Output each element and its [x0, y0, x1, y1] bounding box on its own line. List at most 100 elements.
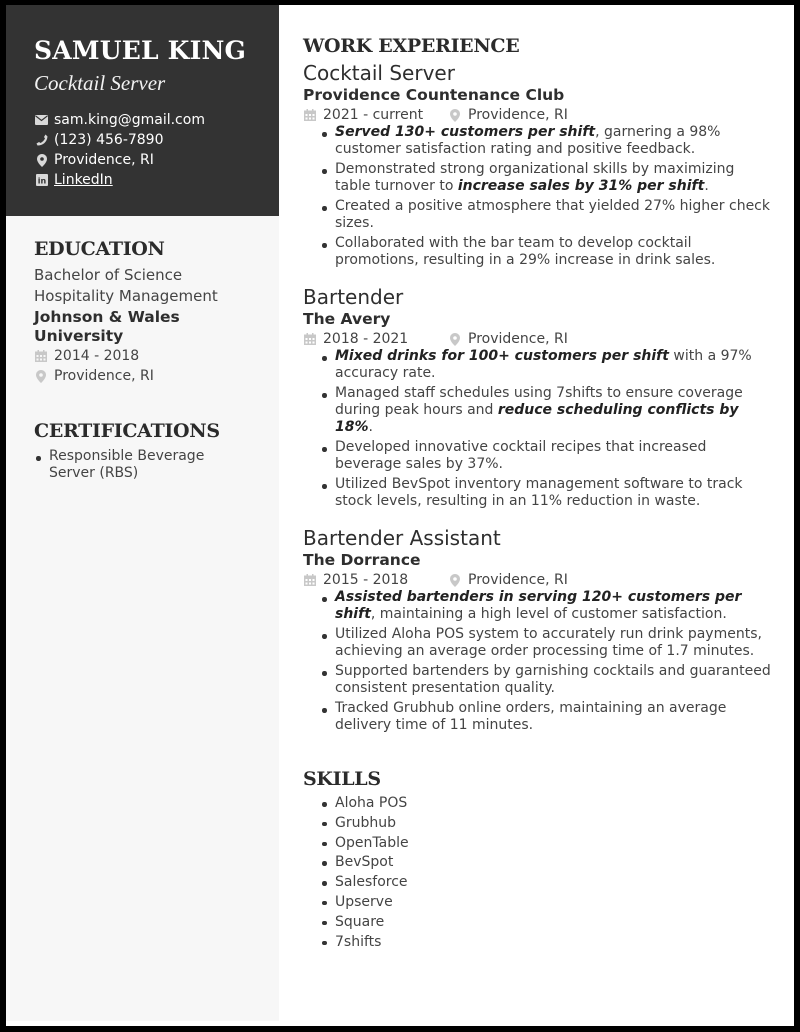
job-title: Bartender	[303, 285, 404, 309]
job-bullets: Mixed drinks for 100+ customers per shif…	[320, 348, 773, 510]
bullet-text: Collaborated with the bar team to develo…	[335, 235, 716, 268]
education-heading: EDUCATION	[34, 238, 165, 260]
education-dates: 2014 - 2018	[34, 346, 251, 366]
job-location: Providence, RI	[448, 572, 568, 588]
job-entry: Cocktail Server Providence Countenance Cl…	[303, 61, 773, 269]
job-bullet: Created a positive atmosphere that yield…	[320, 198, 773, 232]
job-bullet: Utilized BevSpot inventory management so…	[320, 476, 773, 510]
sidebar-body: EDUCATION Bachelor of Science Hospitalit…	[6, 216, 279, 482]
job-bullet: Assisted bartenders in serving 120+ cust…	[320, 589, 773, 623]
job-location-text: Providence, RI	[468, 331, 568, 347]
location-text: Providence, RI	[54, 152, 154, 168]
company-name: Providence Countenance Club	[303, 86, 565, 104]
education-location: Providence, RI	[34, 366, 251, 386]
skill-item: Aloha POS	[320, 794, 773, 814]
job-dates-text: 2021 - current	[323, 107, 424, 123]
job-bullets: Assisted bartenders in serving 120+ cust…	[320, 589, 773, 734]
linkedin-icon: in	[34, 173, 49, 187]
job-bullet: Collaborated with the bar team to develo…	[320, 235, 773, 269]
job-entry: Bartender Assistant The Dorrance 2015 - 20…	[303, 526, 773, 734]
job-bullet: Supported bartenders by garnishing cockt…	[320, 663, 773, 697]
job-meta: 2018 - 2021 Providence, RI	[303, 330, 773, 348]
job-meta: 2021 - current Providence, RI	[303, 106, 773, 124]
job-title: Cocktail Server	[303, 61, 455, 85]
school-name: Johnson & Wales University	[34, 308, 180, 345]
bullet-text-end: , maintaining a high level of customer s…	[370, 606, 727, 622]
sidebar: SAMUEL KING Cocktail Server sam.king@gma…	[6, 5, 279, 1021]
phone-text: (123) 456-7890	[54, 132, 164, 148]
contact-list: sam.king@gmail.com (123) 456-7890 Provid…	[34, 110, 251, 190]
company-name: The Avery	[303, 310, 391, 328]
bullet-text: Developed innovative cocktail recipes th…	[335, 439, 707, 472]
job-entry: Bartender The Avery 2018 - 2021 Providence,…	[303, 285, 773, 510]
job-bullet: Utilized Aloha POS system to accurately …	[320, 626, 773, 660]
job-bullet: Mixed drinks for 100+ customers per shif…	[320, 348, 773, 382]
map-pin-icon	[448, 332, 462, 346]
job-bullets: Served 130+ customers per shift, garneri…	[320, 124, 773, 269]
job-dates: 2018 - 2021	[303, 331, 448, 347]
map-pin-icon	[34, 369, 48, 383]
education-dates-text: 2014 - 2018	[54, 348, 140, 364]
work-experience-heading: WORK EXPERIENCE	[303, 35, 520, 57]
job-title: Bartender Assistant	[303, 526, 501, 550]
certifications-heading: CERTIFICATIONS	[34, 420, 220, 442]
job-bullet: Developed innovative cocktail recipes th…	[320, 439, 773, 473]
contact-phone[interactable]: (123) 456-7890	[34, 130, 251, 150]
skill-item: Salesforce	[320, 873, 773, 893]
contact-email[interactable]: sam.king@gmail.com	[34, 110, 251, 130]
resume-page: SAMUEL KING Cocktail Server sam.king@gma…	[6, 5, 794, 1026]
email-text: sam.king@gmail.com	[54, 112, 205, 128]
contact-location: Providence, RI	[34, 150, 251, 170]
education-location-text: Providence, RI	[54, 368, 154, 384]
job-dates-text: 2018 - 2021	[323, 331, 409, 347]
skill-item: Square	[320, 913, 773, 933]
map-pin-icon	[448, 573, 462, 587]
sidebar-header: SAMUEL KING Cocktail Server sam.king@gma…	[6, 5, 279, 216]
job-bullet: Served 130+ customers per shift, garneri…	[320, 124, 773, 158]
skills-heading: SKILLS	[303, 768, 381, 790]
calendar-icon	[303, 332, 317, 346]
job-dates-text: 2015 - 2018	[323, 572, 409, 588]
candidate-name: SAMUEL KING	[34, 36, 247, 65]
job-location-text: Providence, RI	[468, 107, 568, 123]
bullet-highlight: Served 130+ customers per shift	[335, 124, 596, 140]
bullet-text-end: .	[704, 178, 709, 194]
map-pin-icon	[448, 108, 462, 122]
skill-item: Grubhub	[320, 814, 773, 834]
contact-linkedin[interactable]: in LinkedIn	[34, 170, 251, 190]
skill-item: OpenTable	[320, 834, 773, 854]
envelope-icon	[34, 113, 49, 127]
calendar-icon	[34, 349, 48, 363]
bullet-text: Utilized BevSpot inventory management so…	[335, 476, 743, 509]
candidate-title: Cocktail Server	[34, 71, 166, 95]
certifications-list: Responsible Beverage Server (RBS)	[34, 448, 251, 482]
education-entry: Bachelor of Science Hospitality Manageme…	[34, 265, 251, 386]
field-of-study: Hospitality Management	[34, 287, 218, 305]
job-location-text: Providence, RI	[468, 572, 568, 588]
bullet-text: Created a positive atmosphere that yield…	[335, 198, 770, 231]
certification-item: Responsible Beverage Server (RBS)	[34, 448, 251, 482]
bullet-text: Utilized Aloha POS system to accurately …	[335, 626, 762, 659]
bullet-text: Tracked Grubhub online orders, maintaini…	[335, 700, 727, 733]
job-location: Providence, RI	[448, 107, 568, 123]
calendar-icon	[303, 108, 317, 122]
map-pin-icon	[34, 153, 49, 167]
skills-list: Aloha POS Grubhub OpenTable BevSpot Salesfor…	[320, 794, 773, 952]
bullet-text: Supported bartenders by garnishing cockt…	[335, 663, 771, 696]
degree: Bachelor of Science	[34, 266, 183, 284]
skill-item: Upserve	[320, 893, 773, 913]
company-name: The Dorrance	[303, 551, 421, 569]
job-bullet: Managed staff schedules using 7shifts to…	[320, 385, 773, 436]
svg-text:in: in	[37, 177, 46, 186]
job-bullet: Tracked Grubhub online orders, maintaini…	[320, 700, 773, 734]
skill-item: 7shifts	[320, 933, 773, 953]
job-location: Providence, RI	[448, 331, 568, 347]
bullet-text-end: .	[368, 419, 373, 435]
calendar-icon	[303, 573, 317, 587]
skill-item: BevSpot	[320, 853, 773, 873]
linkedin-link[interactable]: LinkedIn	[54, 172, 113, 188]
job-bullet: Demonstrated strong organizational skill…	[320, 161, 773, 195]
phone-icon	[34, 133, 49, 147]
job-list: Cocktail Server Providence Countenance Cl…	[303, 61, 773, 734]
job-dates: 2021 - current	[303, 107, 448, 123]
